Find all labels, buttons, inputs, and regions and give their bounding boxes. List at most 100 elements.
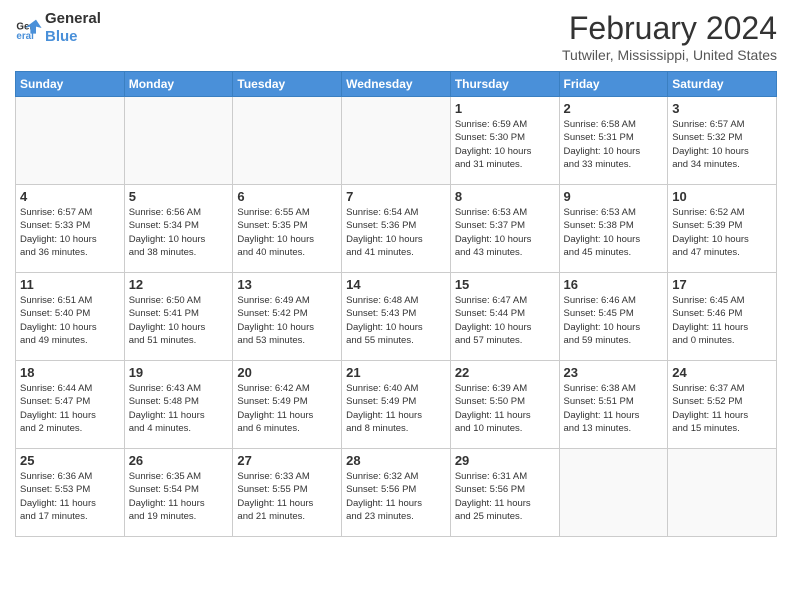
day-number: 28 [346, 453, 446, 468]
weekday-header-row: SundayMondayTuesdayWednesdayThursdayFrid… [16, 72, 777, 97]
day-number: 3 [672, 101, 772, 116]
logo-icon: Gen eral [15, 14, 43, 42]
calendar-day-cell [124, 97, 233, 185]
day-number: 14 [346, 277, 446, 292]
calendar-day-cell: 5 Sunrise: 6:56 AM Sunset: 5:34 PM Daylig… [124, 185, 233, 273]
weekday-header-cell: Wednesday [342, 72, 451, 97]
title-area: February 2024 Tutwiler, Mississippi, Uni… [562, 10, 777, 63]
day-info: Sunrise: 6:57 AM Sunset: 5:33 PM Dayligh… [20, 206, 120, 259]
weekday-header-cell: Friday [559, 72, 668, 97]
day-info: Sunrise: 6:59 AM Sunset: 5:30 PM Dayligh… [455, 118, 555, 171]
calendar-day-cell: 28 Sunrise: 6:32 AM Sunset: 5:56 PM Dayli… [342, 449, 451, 537]
day-number: 20 [237, 365, 337, 380]
day-info: Sunrise: 6:49 AM Sunset: 5:42 PM Dayligh… [237, 294, 337, 347]
calendar-day-cell: 15 Sunrise: 6:47 AM Sunset: 5:44 PM Dayli… [450, 273, 559, 361]
day-info: Sunrise: 6:33 AM Sunset: 5:55 PM Dayligh… [237, 470, 337, 523]
day-number: 6 [237, 189, 337, 204]
day-info: Sunrise: 6:54 AM Sunset: 5:36 PM Dayligh… [346, 206, 446, 259]
day-info: Sunrise: 6:38 AM Sunset: 5:51 PM Dayligh… [564, 382, 664, 435]
day-info: Sunrise: 6:56 AM Sunset: 5:34 PM Dayligh… [129, 206, 229, 259]
calendar-day-cell: 26 Sunrise: 6:35 AM Sunset: 5:54 PM Dayli… [124, 449, 233, 537]
weekday-header-cell: Sunday [16, 72, 125, 97]
weekday-header-cell: Thursday [450, 72, 559, 97]
day-number: 2 [564, 101, 664, 116]
day-number: 26 [129, 453, 229, 468]
calendar-day-cell [16, 97, 125, 185]
calendar-day-cell: 14Sunrise: 6:48 AM Sunset: 5:43 PM Dayli… [342, 273, 451, 361]
day-number: 29 [455, 453, 555, 468]
day-number: 4 [20, 189, 120, 204]
day-number: 27 [237, 453, 337, 468]
calendar-day-cell: 11 Sunrise: 6:51 AM Sunset: 5:40 PM Dayli… [16, 273, 125, 361]
calendar-day-cell: 9 Sunrise: 6:53 AM Sunset: 5:38 PM Daylig… [559, 185, 668, 273]
day-info: Sunrise: 6:47 AM Sunset: 5:44 PM Dayligh… [455, 294, 555, 347]
calendar-day-cell: 17 Sunrise: 6:45 AM Sunset: 5:46 PM Dayli… [668, 273, 777, 361]
day-number: 5 [129, 189, 229, 204]
calendar-day-cell: 19 Sunrise: 6:43 AM Sunset: 5:48 PM Dayli… [124, 361, 233, 449]
calendar-day-cell: 24 Sunrise: 6:37 AM Sunset: 5:52 PM Dayli… [668, 361, 777, 449]
calendar-table: SundayMondayTuesdayWednesdayThursdayFrid… [15, 71, 777, 537]
day-info: Sunrise: 6:46 AM Sunset: 5:45 PM Dayligh… [564, 294, 664, 347]
day-info: Sunrise: 6:45 AM Sunset: 5:46 PM Dayligh… [672, 294, 772, 347]
day-number: 19 [129, 365, 229, 380]
calendar-day-cell: 27 Sunrise: 6:33 AM Sunset: 5:55 PM Dayli… [233, 449, 342, 537]
day-number: 16 [564, 277, 664, 292]
day-info: Sunrise: 6:32 AM Sunset: 5:56 PM Dayligh… [346, 470, 446, 523]
calendar-day-cell: 12Sunrise: 6:50 AM Sunset: 5:41 PM Dayli… [124, 273, 233, 361]
day-info: Sunrise: 6:58 AM Sunset: 5:31 PM Dayligh… [564, 118, 664, 171]
weekday-header-cell: Tuesday [233, 72, 342, 97]
day-number: 25 [20, 453, 120, 468]
day-info: Sunrise: 6:42 AM Sunset: 5:49 PM Dayligh… [237, 382, 337, 435]
day-number: 18 [20, 365, 120, 380]
logo: Gen eral General Blue [15, 10, 101, 46]
calendar-day-cell: 1 Sunrise: 6:59 AM Sunset: 5:30 PM Daylig… [450, 97, 559, 185]
calendar-day-cell [559, 449, 668, 537]
calendar-day-cell: 7 Sunrise: 6:54 AM Sunset: 5:36 PM Daylig… [342, 185, 451, 273]
day-number: 15 [455, 277, 555, 292]
day-info: Sunrise: 6:53 AM Sunset: 5:38 PM Dayligh… [564, 206, 664, 259]
day-number: 1 [455, 101, 555, 116]
day-info: Sunrise: 6:39 AM Sunset: 5:50 PM Dayligh… [455, 382, 555, 435]
day-info: Sunrise: 6:52 AM Sunset: 5:39 PM Dayligh… [672, 206, 772, 259]
day-info: Sunrise: 6:51 AM Sunset: 5:40 PM Dayligh… [20, 294, 120, 347]
day-info: Sunrise: 6:43 AM Sunset: 5:48 PM Dayligh… [129, 382, 229, 435]
day-number: 24 [672, 365, 772, 380]
calendar-day-cell: 18Sunrise: 6:44 AM Sunset: 5:47 PM Dayli… [16, 361, 125, 449]
day-info: Sunrise: 6:53 AM Sunset: 5:37 PM Dayligh… [455, 206, 555, 259]
calendar-week-row: 11 Sunrise: 6:51 AM Sunset: 5:40 PM Dayli… [16, 273, 777, 361]
calendar-day-cell: 6 Sunrise: 6:55 AM Sunset: 5:35 PM Daylig… [233, 185, 342, 273]
calendar-day-cell: 23Sunrise: 6:38 AM Sunset: 5:51 PM Dayli… [559, 361, 668, 449]
calendar-day-cell: 22 Sunrise: 6:39 AM Sunset: 5:50 PM Dayli… [450, 361, 559, 449]
header: Gen eral General Blue February 2024 Tutw… [15, 10, 777, 63]
day-info: Sunrise: 6:36 AM Sunset: 5:53 PM Dayligh… [20, 470, 120, 523]
day-number: 21 [346, 365, 446, 380]
calendar-week-row: 25 Sunrise: 6:36 AM Sunset: 5:53 PM Dayli… [16, 449, 777, 537]
weekday-header-cell: Monday [124, 72, 233, 97]
weekday-header-cell: Saturday [668, 72, 777, 97]
calendar-day-cell: 20 Sunrise: 6:42 AM Sunset: 5:49 PM Dayli… [233, 361, 342, 449]
calendar-day-cell: 10Sunrise: 6:52 AM Sunset: 5:39 PM Dayli… [668, 185, 777, 273]
day-number: 22 [455, 365, 555, 380]
calendar-week-row: 18Sunrise: 6:44 AM Sunset: 5:47 PM Dayli… [16, 361, 777, 449]
day-number: 12 [129, 277, 229, 292]
day-info: Sunrise: 6:37 AM Sunset: 5:52 PM Dayligh… [672, 382, 772, 435]
day-info: Sunrise: 6:31 AM Sunset: 5:56 PM Dayligh… [455, 470, 555, 523]
calendar-day-cell [233, 97, 342, 185]
day-number: 11 [20, 277, 120, 292]
calendar-day-cell: 13Sunrise: 6:49 AM Sunset: 5:42 PM Dayli… [233, 273, 342, 361]
day-info: Sunrise: 6:35 AM Sunset: 5:54 PM Dayligh… [129, 470, 229, 523]
calendar-day-cell: 21 Sunrise: 6:40 AM Sunset: 5:49 PM Dayli… [342, 361, 451, 449]
day-number: 9 [564, 189, 664, 204]
day-number: 17 [672, 277, 772, 292]
calendar-day-cell: 25 Sunrise: 6:36 AM Sunset: 5:53 PM Dayli… [16, 449, 125, 537]
calendar-day-cell: 29 Sunrise: 6:31 AM Sunset: 5:56 PM Dayli… [450, 449, 559, 537]
calendar-day-cell [342, 97, 451, 185]
day-info: Sunrise: 6:57 AM Sunset: 5:32 PM Dayligh… [672, 118, 772, 171]
day-info: Sunrise: 6:40 AM Sunset: 5:49 PM Dayligh… [346, 382, 446, 435]
calendar-day-cell: 4 Sunrise: 6:57 AM Sunset: 5:33 PM Daylig… [16, 185, 125, 273]
day-number: 7 [346, 189, 446, 204]
calendar-week-row: 1 Sunrise: 6:59 AM Sunset: 5:30 PM Daylig… [16, 97, 777, 185]
day-info: Sunrise: 6:55 AM Sunset: 5:35 PM Dayligh… [237, 206, 337, 259]
calendar-day-cell [668, 449, 777, 537]
month-title: February 2024 [562, 10, 777, 47]
